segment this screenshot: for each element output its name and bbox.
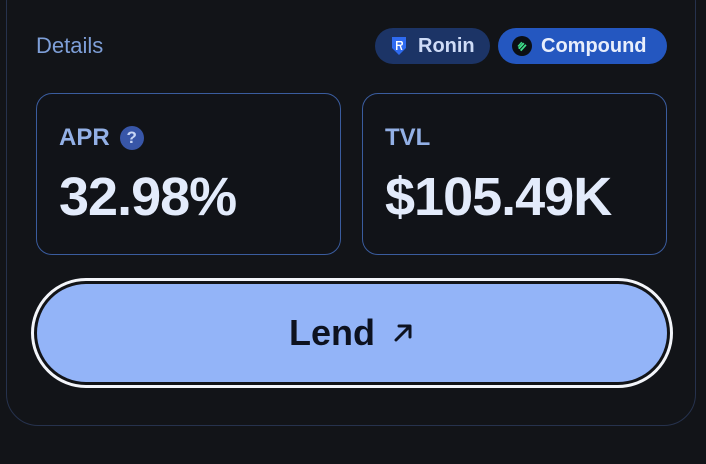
network-badges: Ronin Compound [375, 28, 667, 64]
tvl-label-row: TVL [385, 124, 430, 152]
lend-button-face[interactable]: Lend [37, 284, 667, 382]
arrow-up-right-icon [391, 321, 415, 345]
question-mark-icon[interactable]: ? [119, 126, 144, 150]
apr-label-row: APR ? [59, 124, 144, 152]
ronin-shield-icon [389, 36, 409, 56]
ronin-badge[interactable]: Ronin [375, 28, 490, 64]
ronin-badge-label: Ronin [418, 34, 475, 57]
compound-badge-label: Compound [541, 34, 647, 57]
tvl-stat-card: TVL $105.49K [362, 93, 667, 255]
lend-button-label: Lend [289, 312, 375, 353]
compound-badge[interactable]: Compound [498, 28, 667, 64]
tvl-label: TVL [385, 124, 431, 151]
apr-value: 32.98% [59, 167, 237, 227]
details-label: Details [36, 33, 104, 58]
tvl-value: $105.49K [385, 167, 612, 227]
lend-button[interactable]: Lend [31, 278, 673, 388]
apr-label: APR [59, 124, 110, 151]
apr-stat-card: APR ? 32.98% [36, 93, 341, 255]
compound-logo-icon [512, 36, 532, 56]
